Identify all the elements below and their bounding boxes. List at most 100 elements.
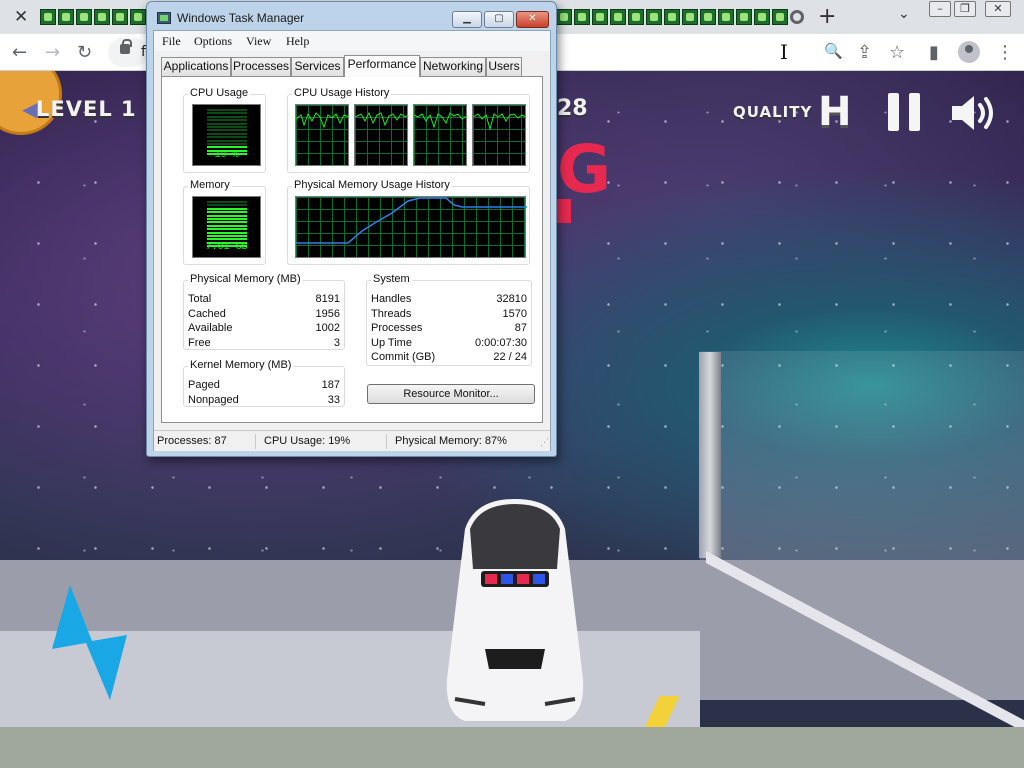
tab-favicon[interactable] bbox=[40, 9, 56, 25]
back-arrow-icon[interactable]: ← bbox=[12, 42, 27, 63]
cpu-core-graph bbox=[472, 104, 527, 166]
menu-view[interactable]: View bbox=[246, 34, 271, 49]
tab-users[interactable]: Users bbox=[486, 57, 522, 76]
stat-value: 8191 bbox=[315, 293, 340, 305]
stat-key: Handles bbox=[371, 293, 412, 305]
tab-favicon[interactable] bbox=[58, 9, 74, 25]
quality-toggle[interactable]: H bbox=[818, 89, 851, 135]
pinned-tabs-left bbox=[40, 9, 146, 25]
cpu-meter-segment bbox=[207, 109, 247, 111]
physical-memory-label: Physical Memory (MB) bbox=[188, 273, 303, 285]
cpu-meter-segment bbox=[207, 129, 247, 132]
cpu-meter-segment bbox=[207, 136, 247, 139]
cpu-core-graph bbox=[354, 104, 409, 166]
tab-favicon[interactable] bbox=[718, 9, 734, 25]
tab-processes[interactable]: Processes bbox=[231, 57, 291, 76]
chrome-icon[interactable] bbox=[790, 10, 804, 24]
menu-options[interactable]: Options bbox=[194, 34, 232, 49]
memory-meter-segment bbox=[207, 221, 247, 224]
maximize-button[interactable]: ▢ bbox=[484, 11, 514, 28]
minimize-button[interactable]: ▁ bbox=[452, 11, 482, 28]
tab-favicon[interactable] bbox=[754, 9, 770, 25]
memory-meter-segment bbox=[207, 207, 247, 210]
tab-favicon[interactable] bbox=[664, 9, 680, 25]
memory-history-graph bbox=[295, 196, 527, 258]
tab-favicon[interactable] bbox=[130, 9, 146, 25]
menu-kebab-icon[interactable]: ⋮ bbox=[996, 42, 1014, 63]
new-tab-button[interactable]: + bbox=[818, 4, 836, 29]
stat-value: 1002 bbox=[315, 322, 340, 334]
stat-value: 1570 bbox=[502, 308, 527, 320]
banner-text-fragment: G bbox=[557, 131, 611, 208]
cpu-meter-segment bbox=[207, 126, 247, 128]
zoom-icon[interactable]: 🔍 bbox=[824, 42, 843, 60]
performance-panel: CPU Usage 19 % CPU Usage History Memory … bbox=[161, 76, 543, 423]
status-divider bbox=[386, 434, 387, 449]
pinned-tabs-right bbox=[556, 9, 788, 25]
cpu-usage-meter: 19 % bbox=[192, 104, 261, 166]
tab-search-chevron-icon[interactable]: ⌄ bbox=[898, 6, 910, 22]
tab-favicon[interactable] bbox=[556, 9, 572, 25]
stat-key: Paged bbox=[188, 379, 220, 391]
stat-value: 32810 bbox=[496, 293, 527, 305]
forward-arrow-icon[interactable]: → bbox=[45, 42, 60, 63]
pause-icon[interactable] bbox=[888, 93, 920, 131]
kernel-memory-group: Kernel Memory (MB) Paged 187 Nonpaged 33 bbox=[183, 359, 345, 407]
tab-close-icon[interactable]: ✕ bbox=[14, 7, 28, 27]
close-button[interactable]: ✕ bbox=[516, 11, 549, 28]
tab-performance[interactable]: Performance bbox=[344, 55, 420, 77]
status-bar: Processes: 87 CPU Usage: 19% Physical Me… bbox=[154, 430, 550, 451]
memory-meter-segment bbox=[207, 201, 247, 203]
side-panel-icon[interactable]: ▮ bbox=[929, 42, 939, 63]
cpu-meter-segment bbox=[207, 122, 247, 125]
tab-services[interactable]: Services bbox=[291, 57, 344, 76]
tab-favicon[interactable] bbox=[646, 9, 662, 25]
quality-label: QUALITY bbox=[733, 103, 813, 121]
task-manager-window[interactable]: Windows Task Manager ▁ ▢ ✕ File Options … bbox=[146, 1, 557, 457]
bookmark-star-icon[interactable]: ☆ bbox=[889, 42, 905, 63]
speaker-icon[interactable] bbox=[950, 93, 1002, 133]
tab-favicon[interactable] bbox=[94, 9, 110, 25]
tab-favicon[interactable] bbox=[574, 9, 590, 25]
stat-row: Handles 32810 bbox=[371, 293, 527, 307]
memory-meter-segment bbox=[207, 228, 247, 231]
profile-avatar[interactable] bbox=[958, 41, 980, 63]
menu-file[interactable]: File bbox=[162, 34, 181, 49]
tab-favicon[interactable] bbox=[772, 9, 788, 25]
cpu-usage-label: CPU Usage bbox=[188, 87, 251, 99]
share-icon[interactable]: ⇪ bbox=[857, 42, 872, 63]
menu-help[interactable]: Help bbox=[286, 34, 309, 49]
tab-favicon[interactable] bbox=[76, 9, 92, 25]
physical-memory-group: Physical Memory (MB) Total 8191 Cached 195… bbox=[183, 273, 345, 350]
stat-row: Processes 87 bbox=[371, 322, 527, 336]
tab-favicon[interactable] bbox=[682, 9, 698, 25]
stat-row: Commit (GB) 22 / 24 bbox=[371, 351, 527, 365]
memory-meter-segment bbox=[207, 224, 247, 227]
tab-networking[interactable]: Networking bbox=[420, 57, 486, 76]
tab-favicon[interactable] bbox=[610, 9, 626, 25]
tab-favicon[interactable] bbox=[592, 9, 608, 25]
task-manager-body: File Options View Help Applications Proc… bbox=[153, 30, 551, 451]
memory-meter-segment bbox=[207, 211, 247, 214]
tab-favicon[interactable] bbox=[736, 9, 752, 25]
window-restore-button[interactable]: ❐ bbox=[954, 1, 976, 17]
window-close-button[interactable]: ✕ bbox=[985, 1, 1011, 17]
window-minimize-button[interactable]: – bbox=[929, 1, 951, 17]
stat-key: Total bbox=[188, 293, 212, 305]
cpu-meter-segment bbox=[207, 149, 247, 152]
tab-favicon[interactable] bbox=[628, 9, 644, 25]
cpu-meter-segment bbox=[207, 139, 247, 142]
memory-group: Memory 7.01 GB bbox=[183, 179, 266, 265]
status-processes: Processes: 87 bbox=[157, 435, 227, 447]
resource-monitor-button[interactable]: Resource Monitor... bbox=[367, 384, 535, 404]
police-car bbox=[446, 499, 584, 721]
boost-lightning-icon[interactable] bbox=[52, 585, 127, 700]
tab-favicon[interactable] bbox=[112, 9, 128, 25]
lock-icon[interactable] bbox=[120, 39, 132, 54]
status-memory: Physical Memory: 87% bbox=[395, 435, 507, 447]
reload-icon[interactable]: ↻ bbox=[77, 42, 92, 63]
tab-applications[interactable]: Applications bbox=[161, 57, 231, 76]
tab-favicon[interactable] bbox=[700, 9, 716, 25]
stat-value: 33 bbox=[327, 394, 340, 406]
resize-grip-icon[interactable]: ⋰ bbox=[540, 437, 549, 448]
